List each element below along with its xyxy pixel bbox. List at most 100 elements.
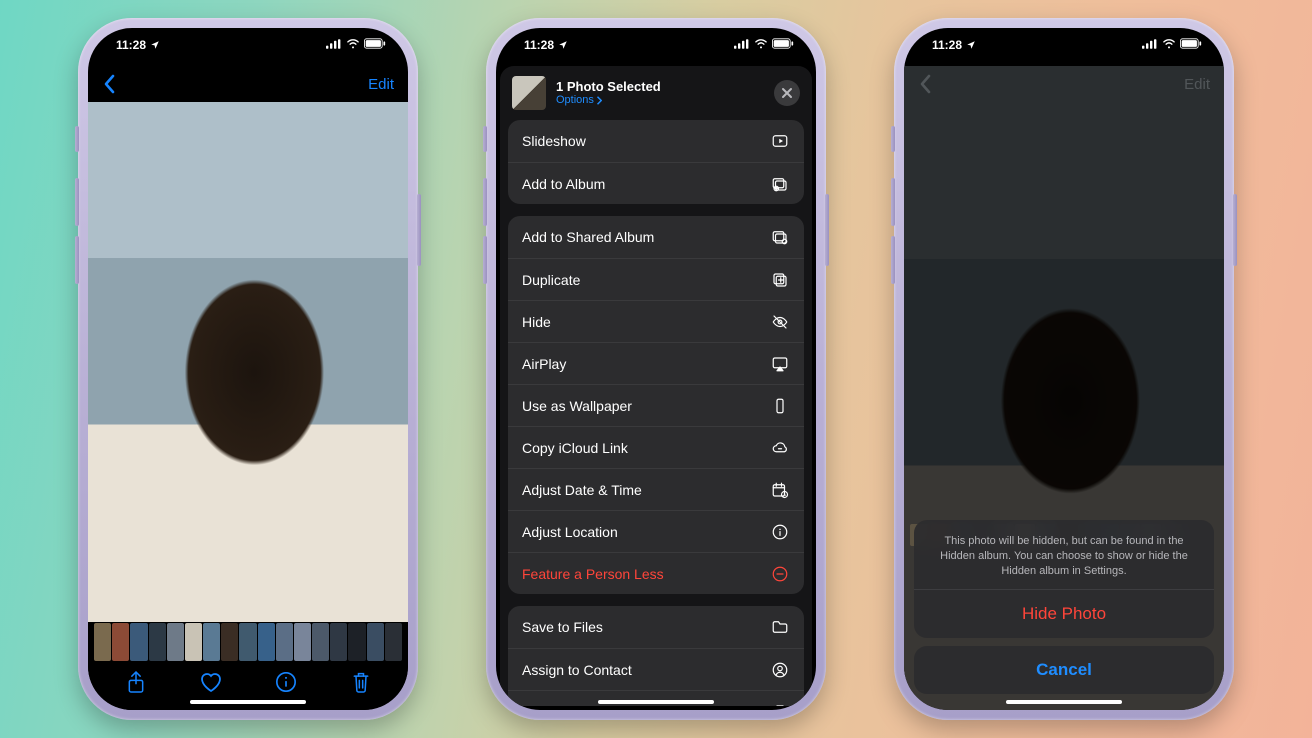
thumbnail[interactable] [239, 623, 256, 661]
share-options-link[interactable]: Options [556, 94, 661, 106]
thumbnail[interactable] [330, 623, 347, 661]
info-icon[interactable] [272, 668, 300, 696]
wifi-icon [346, 39, 360, 49]
action-label: AirPlay [522, 356, 566, 372]
power-button [417, 194, 421, 266]
album-add-icon [770, 175, 790, 193]
heart-icon[interactable] [197, 668, 225, 696]
action-label: Assign to Contact [522, 662, 632, 678]
play-rect-icon [770, 132, 790, 150]
duplicate-icon [770, 271, 790, 289]
action-airplay[interactable]: AirPlay [508, 342, 804, 384]
selected-photo-thumb[interactable] [512, 76, 546, 110]
power-button [825, 194, 829, 266]
trash-icon[interactable] [347, 668, 375, 696]
signal-icon [326, 39, 342, 49]
action-label: Slideshow [522, 133, 586, 149]
volume-up [891, 178, 895, 226]
action-hide[interactable]: Hide [508, 300, 804, 342]
action-assign-to-contact[interactable]: Assign to Contact [508, 648, 804, 690]
hide-action-sheet: This photo will be hidden, but can be fo… [914, 520, 1214, 694]
thumbnail[interactable] [94, 623, 111, 661]
mute-switch [483, 126, 487, 152]
wifi-icon [754, 39, 768, 49]
info-alt-icon [770, 523, 790, 541]
thumbnail[interactable] [276, 623, 293, 661]
notch [989, 28, 1139, 52]
battery-icon [364, 38, 386, 49]
battery-icon [772, 38, 794, 49]
thumbnail[interactable] [294, 623, 311, 661]
action-group: Add to Shared Album DuplicateHide AirPlay U… [508, 216, 804, 594]
power-button [1233, 194, 1237, 266]
shared-album-icon [770, 228, 790, 246]
signal-icon [734, 39, 750, 49]
eye-slash-icon [770, 313, 790, 331]
thumbnail[interactable] [258, 623, 275, 661]
thumbnail[interactable] [367, 623, 384, 661]
action-save-to-files[interactable]: Save to Files [508, 606, 804, 648]
photo-content[interactable] [88, 102, 408, 622]
folder-icon [770, 618, 790, 636]
share-sheet-title: 1 Photo Selected [556, 80, 661, 94]
thumbnail[interactable] [112, 623, 129, 661]
printer-icon [770, 703, 790, 707]
action-add-to-album[interactable]: Add to Album [508, 162, 804, 204]
wifi-icon [1162, 39, 1176, 49]
thumbnail[interactable] [167, 623, 184, 661]
hide-photo-button[interactable]: Hide Photo [914, 589, 1214, 638]
thumbnail-strip[interactable] [88, 622, 408, 662]
action-slideshow[interactable]: Slideshow [508, 120, 804, 162]
action-sheet-message: This photo will be hidden, but can be fo… [914, 520, 1214, 589]
action-group: Slideshow Add to Album [508, 120, 804, 204]
action-label: Adjust Location [522, 524, 618, 540]
action-add-to-shared-album[interactable]: Add to Shared Album [508, 216, 804, 258]
minus-circle-icon [770, 565, 790, 583]
signal-icon [1142, 39, 1158, 49]
thumbnail[interactable] [185, 623, 202, 661]
phone-3: 11:28 Edit This pho [894, 18, 1234, 720]
action-label: Adjust Date & Time [522, 482, 642, 498]
photos-navbar: Edit [88, 66, 408, 102]
mute-switch [891, 126, 895, 152]
notch [581, 28, 731, 52]
airplay-icon [770, 355, 790, 373]
thumbnail[interactable] [130, 623, 147, 661]
thumbnail[interactable] [385, 623, 402, 661]
action-adjust-location[interactable]: Adjust Location [508, 510, 804, 552]
thumbnail[interactable] [348, 623, 365, 661]
share-icon[interactable] [122, 668, 150, 696]
home-indicator[interactable] [190, 700, 306, 704]
action-duplicate[interactable]: Duplicate [508, 258, 804, 300]
status-time: 11:28 [932, 38, 962, 52]
back-button[interactable] [102, 74, 116, 94]
phone-2: 11:28 1 Photo Selected Options [486, 18, 826, 720]
location-arrow-icon [966, 40, 976, 50]
notch [173, 28, 323, 52]
action-use-as-wallpaper[interactable]: Use as Wallpaper [508, 384, 804, 426]
volume-up [75, 178, 79, 226]
close-icon[interactable] [774, 80, 800, 106]
action-label: Add to Shared Album [522, 229, 654, 245]
volume-down [483, 236, 487, 284]
thumbnail[interactable] [149, 623, 166, 661]
home-indicator[interactable] [1006, 700, 1122, 704]
share-sheet-header: 1 Photo Selected Options [500, 66, 812, 120]
person-circle-icon [770, 661, 790, 679]
edit-button[interactable]: Edit [368, 76, 394, 93]
cancel-button[interactable]: Cancel [914, 646, 1214, 694]
thumbnail[interactable] [312, 623, 329, 661]
volume-up [483, 178, 487, 226]
action-label: Copy iCloud Link [522, 440, 628, 456]
thumbnail[interactable] [221, 623, 238, 661]
battery-icon [1180, 38, 1202, 49]
share-sheet: 1 Photo Selected Options Slideshow Add to… [500, 66, 812, 706]
home-indicator[interactable] [598, 700, 714, 704]
action-adjust-date-time[interactable]: Adjust Date & Time [508, 468, 804, 510]
share-sheet-body[interactable]: Slideshow Add to Album Add to Shared Album… [500, 120, 812, 706]
thumbnail[interactable] [203, 623, 220, 661]
action-feature-a-person-less[interactable]: Feature a Person Less [508, 552, 804, 594]
location-arrow-icon [558, 40, 568, 50]
action-group: Save to FilesAssign to ContactPrint [508, 606, 804, 706]
action-copy-icloud-link[interactable]: Copy iCloud Link [508, 426, 804, 468]
